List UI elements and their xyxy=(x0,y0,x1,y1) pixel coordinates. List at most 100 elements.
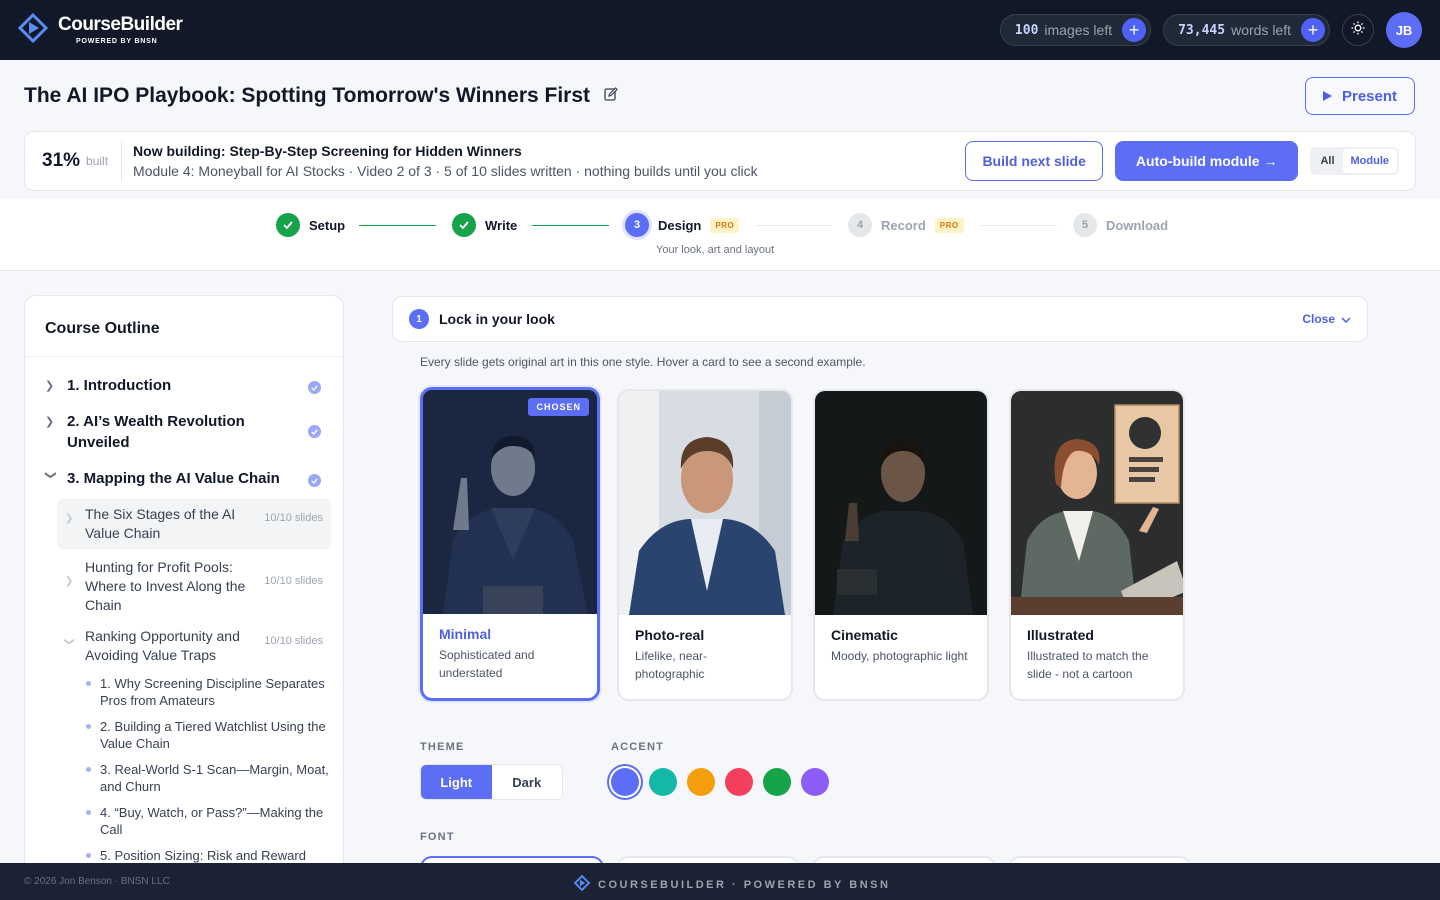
style-card-cinematic[interactable]: Cinematic Moody, photographic light xyxy=(813,389,989,701)
build-scope-toggle: All Module xyxy=(1310,147,1399,175)
step-connector xyxy=(532,225,609,226)
auto-build-module-button[interactable]: Auto-build module → xyxy=(1114,141,1299,181)
theme-selector: Light Dark xyxy=(420,764,563,800)
theme-light[interactable]: Light xyxy=(421,765,492,799)
accent-swatch-indigo[interactable] xyxy=(611,768,639,796)
sun-icon xyxy=(1351,21,1365,40)
chevron-right-icon: ❯ xyxy=(45,380,55,392)
style-name: Minimal xyxy=(439,626,492,642)
outline-module[interactable]: ❯ 1. Introduction xyxy=(25,377,343,394)
scope-all[interactable]: All xyxy=(1312,149,1342,173)
module-label: 2. AI’s Wealth Revolution Unveiled xyxy=(67,413,245,451)
outline-slide[interactable]: 2. Building a Tiered Watchlist Using the… xyxy=(86,718,340,752)
accent-swatch-teal[interactable] xyxy=(649,768,677,796)
step-label: Write xyxy=(485,217,518,233)
style-description: Illustrated to match the slide - not a c… xyxy=(1027,649,1149,681)
chevron-down-icon xyxy=(1341,312,1351,326)
scope-module[interactable]: Module xyxy=(1342,149,1397,173)
footer-brand: COURSEBUILDER · POWERED BY BNSN xyxy=(598,878,891,891)
module-label: 3. Mapping the AI Value Chain xyxy=(67,470,280,487)
outline-slide[interactable]: 5. Position Sizing: Risk and Reward xyxy=(86,847,340,864)
logo-icon xyxy=(17,12,49,48)
pro-badge: PRO xyxy=(710,217,740,233)
step-number: 3 xyxy=(625,213,649,237)
lesson-label: The Six Stages of the AI Value Chain xyxy=(85,506,236,541)
edit-title-icon[interactable] xyxy=(604,86,618,106)
style-card-photo-real[interactable]: Photo-real Lifelike, near-photographic xyxy=(617,389,793,701)
style-description: Moody, photographic light xyxy=(831,649,968,663)
outline-module-expanded[interactable]: ❯ 3. Mapping the AI Value Chain xyxy=(25,470,343,487)
accent-swatch-green[interactable] xyxy=(763,768,791,796)
style-description: Sophisticated and understated xyxy=(439,648,535,680)
font-label: FONT xyxy=(420,831,455,843)
words-label: words left xyxy=(1231,22,1291,38)
theme-label: THEME xyxy=(420,741,465,753)
outline-slide[interactable]: 1. Why Screening Discipline Separates Pr… xyxy=(86,675,340,709)
add-images-button[interactable]: + xyxy=(1122,18,1147,42)
images-label: images left xyxy=(1044,22,1113,38)
logo-icon xyxy=(573,874,591,894)
style-preview-image: CHOSEN xyxy=(423,390,597,614)
step-connector xyxy=(755,225,832,226)
style-preview-image xyxy=(815,391,987,615)
outline-lesson[interactable]: ❯ Hunting for Profit Pools: Where to Inv… xyxy=(57,558,331,615)
chosen-badge: CHOSEN xyxy=(528,398,589,416)
outline-title: Course Outline xyxy=(25,296,343,357)
play-icon xyxy=(1322,88,1332,105)
build-percent: 31% xyxy=(42,150,81,171)
present-label: Present xyxy=(1341,87,1398,105)
check-circle-icon xyxy=(308,381,321,394)
style-card-illustrated[interactable]: Illustrated Illustrated to match the sli… xyxy=(1009,389,1185,701)
step-label: Record xyxy=(881,217,926,233)
step-write[interactable]: Write xyxy=(452,213,517,237)
style-description: Lifelike, near-photographic xyxy=(635,649,708,681)
close-section-button[interactable]: Close xyxy=(1302,312,1351,326)
outline-slide[interactable]: 3. Real-World S-1 Scan—Margin, Moat, and… xyxy=(86,761,340,795)
lesson-slide-count: 10/10 slides xyxy=(264,575,323,587)
pro-badge: PRO xyxy=(934,217,964,233)
chevron-down-icon: ❯ xyxy=(44,470,57,480)
add-words-button[interactable]: + xyxy=(1301,18,1325,42)
present-button[interactable]: Present xyxy=(1305,77,1415,115)
user-avatar[interactable]: JB xyxy=(1386,12,1422,48)
section-title: Lock in your look xyxy=(439,311,555,327)
accent-swatch-rose[interactable] xyxy=(725,768,753,796)
style-card-minimal[interactable]: CHOSEN Minimal Sophisticated and underst… xyxy=(420,387,600,701)
accent-swatch-amber[interactable] xyxy=(687,768,715,796)
outline-lesson[interactable]: ❯ The Six Stages of the AI Value Chain 1… xyxy=(57,499,331,549)
chevron-down-icon: ❯ xyxy=(63,637,75,646)
now-building-details: Module 4: Moneyball for AI Stocks · Vide… xyxy=(133,163,758,179)
now-building-title: Now building: Step-By-Step Screening for… xyxy=(133,143,522,159)
lesson-label: Hunting for Profit Pools: Where to Inves… xyxy=(85,559,246,613)
accent-swatch-violet[interactable] xyxy=(801,768,829,796)
check-circle-icon xyxy=(308,474,321,487)
step-number: 4 xyxy=(848,213,872,237)
step-record[interactable]: 4 Record PRO xyxy=(848,213,964,237)
step-design[interactable]: 3 Design PRO xyxy=(625,213,740,237)
step-label: Download xyxy=(1106,217,1169,233)
words-left-pill: 73,445 words left + xyxy=(1163,14,1330,46)
step-connector xyxy=(359,225,436,226)
accent-label: ACCENT xyxy=(611,741,665,753)
theme-dark[interactable]: Dark xyxy=(492,765,563,799)
words-count: 73,445 xyxy=(1178,22,1226,38)
step-label: Design xyxy=(658,217,702,233)
outline-slide[interactable]: 4. “Buy, Watch, or Pass?”—Making the Cal… xyxy=(86,804,340,838)
style-name: Illustrated xyxy=(1027,627,1094,643)
look-section-header: 1 Lock in your look Close xyxy=(392,296,1368,342)
theme-toggle-button[interactable] xyxy=(1342,14,1374,46)
footer-copyright: © 2026 Jon Benson · BNSN LLC xyxy=(24,876,170,887)
outline-lesson-expanded[interactable]: ❯ Ranking Opportunity and Avoiding Value… xyxy=(57,627,331,665)
step-caption: Your look, art and layout xyxy=(656,244,775,256)
step-setup[interactable]: Setup xyxy=(276,213,345,237)
lesson-label: Ranking Opportunity and Avoiding Value T… xyxy=(85,628,240,663)
style-name: Cinematic xyxy=(831,627,898,643)
step-connector xyxy=(980,225,1057,226)
step-download[interactable]: 5 Download xyxy=(1073,213,1168,237)
outline-module[interactable]: ❯ 2. AI’s Wealth Revolution Unveiled xyxy=(25,411,343,453)
build-next-slide-button[interactable]: Build next slide xyxy=(965,141,1103,181)
check-icon xyxy=(276,213,300,237)
style-preview-image xyxy=(619,391,791,615)
course-title: The AI IPO Playbook: Spotting Tomorrow's… xyxy=(24,84,591,107)
app-logo[interactable]: CourseBuilder POWERED BY BNSN xyxy=(17,12,183,48)
